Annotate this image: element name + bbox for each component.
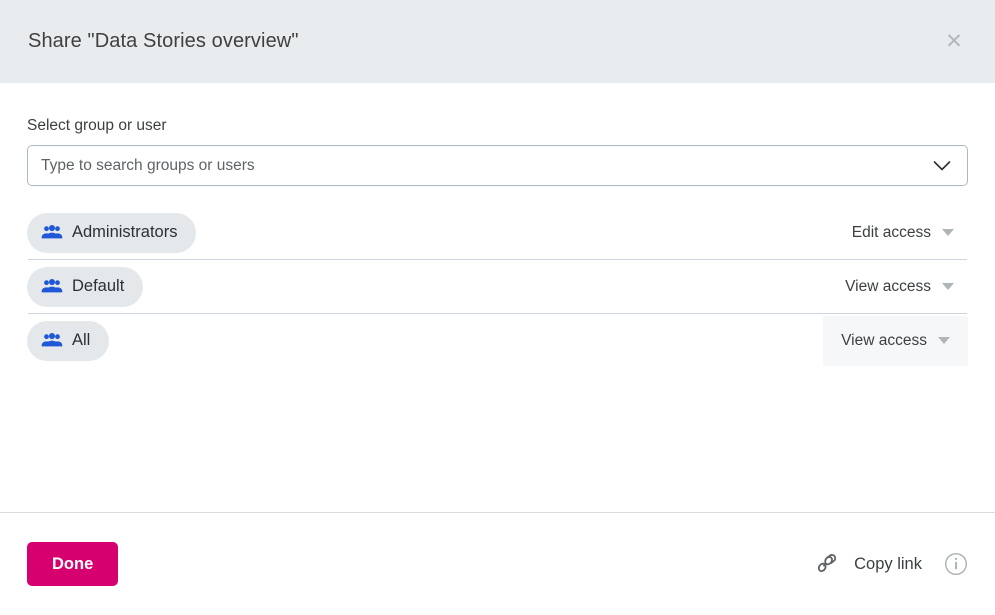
search-field-wrapper[interactable]: [27, 145, 968, 186]
dialog-body: Select group or user Type to search grou…: [0, 83, 995, 512]
copy-link-button[interactable]: Copy link: [814, 553, 922, 575]
group-chip-administrators[interactable]: Administrators: [27, 212, 197, 253]
dialog-header: Share "Data Stories overview" ✕: [0, 0, 995, 83]
done-button[interactable]: Done: [27, 542, 119, 586]
search-input[interactable]: [28, 146, 967, 185]
info-circle-icon[interactable]: [944, 552, 968, 576]
group-icon: [41, 331, 63, 351]
group-icon: [41, 223, 63, 243]
access-row: All View access: [27, 314, 968, 367]
access-list: Administrators Edit access Default View …: [27, 206, 968, 367]
group-chip-all[interactable]: All: [27, 320, 110, 361]
select-group-or-user-label: Select group or user: [27, 117, 167, 134]
group-chip-default[interactable]: Default: [27, 266, 144, 307]
group-chip-label: Default: [72, 277, 125, 295]
group-chip-label: Administrators: [72, 223, 178, 241]
access-level-dropdown[interactable]: Edit access: [838, 213, 968, 253]
share-dialog: Share "Data Stories overview" ✕ Select g…: [0, 0, 995, 615]
copy-link-label: Copy link: [854, 554, 922, 573]
caret-down-icon: [942, 229, 954, 236]
link-icon: [814, 553, 838, 575]
access-level-dropdown[interactable]: View access: [831, 267, 968, 307]
group-icon: [41, 277, 63, 297]
access-level-dropdown[interactable]: View access: [823, 315, 968, 366]
access-row: Default View access: [27, 260, 968, 313]
close-icon[interactable]: ✕: [937, 25, 971, 59]
page-title: Share "Data Stories overview": [28, 30, 299, 52]
access-level-label: Edit access: [851, 223, 931, 241]
chevron-down-icon[interactable]: [929, 146, 955, 185]
footer-actions: Copy link: [814, 552, 968, 576]
group-chip-label: All: [72, 331, 91, 349]
access-row: Administrators Edit access: [27, 206, 968, 259]
access-level-label: View access: [841, 331, 927, 349]
access-level-label: View access: [845, 277, 931, 295]
caret-down-icon: [938, 337, 950, 344]
caret-down-icon: [942, 283, 954, 290]
dialog-footer: Done Copy link: [0, 513, 995, 615]
